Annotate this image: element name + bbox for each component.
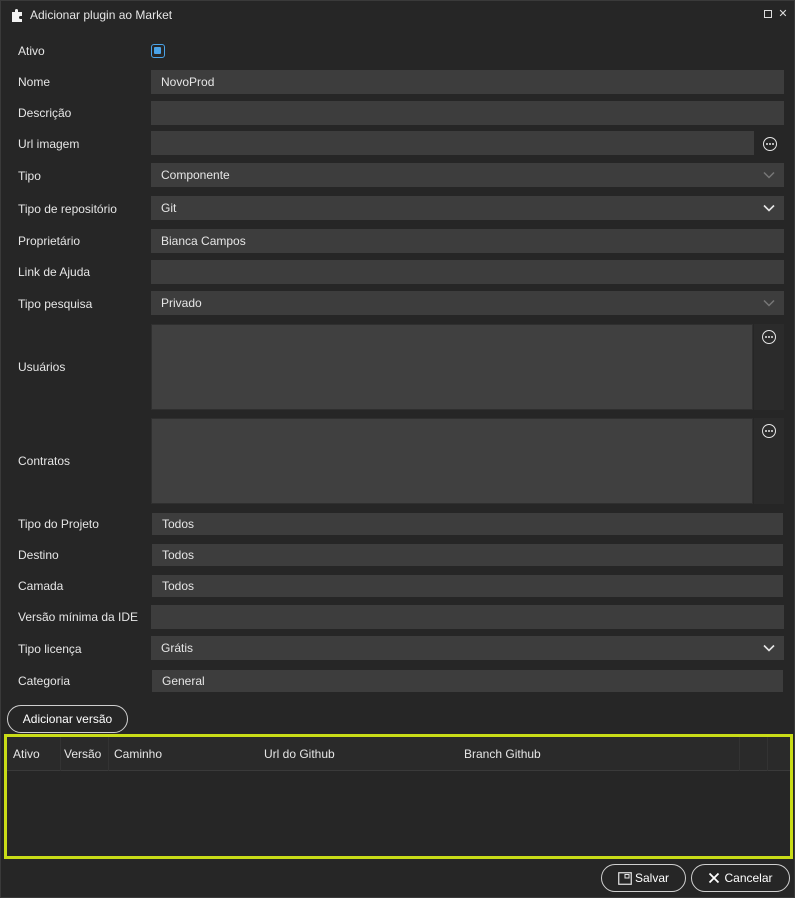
- add-version-button[interactable]: Adicionar versão: [7, 705, 128, 733]
- col-ativo[interactable]: Ativo: [9, 737, 61, 771]
- tipo-select[interactable]: Componente: [151, 163, 784, 187]
- close-icon: [709, 872, 720, 884]
- ativo-label: Ativo: [18, 44, 45, 58]
- col-url-github[interactable]: Url do Github: [260, 737, 460, 771]
- cancel-label: Cancelar: [724, 871, 773, 885]
- title-bar: Adicionar plugin ao Market ✕: [1, 1, 795, 29]
- proprietario-input[interactable]: Bianca Campos: [151, 229, 784, 253]
- versao-minima-input[interactable]: [151, 605, 784, 629]
- grid-header: Ativo Versão Caminho Url do Github Branc…: [7, 737, 790, 771]
- usuarios-label: Usuários: [18, 360, 66, 374]
- link-ajuda-input[interactable]: [151, 260, 784, 284]
- dialog-window: Adicionar plugin ao Market ✕ Ativo Nome …: [0, 0, 795, 898]
- tipo-licenca-value: Grátis: [161, 641, 194, 655]
- url-imagem-more-icon[interactable]: [763, 137, 777, 151]
- descricao-input[interactable]: [151, 101, 784, 125]
- chevron-down-icon: [762, 636, 776, 660]
- url-imagem-label: Url imagem: [18, 137, 80, 151]
- camada-input[interactable]: Todos: [152, 575, 783, 597]
- window-title: Adicionar plugin ao Market: [30, 8, 173, 22]
- chevron-down-icon: [762, 163, 776, 187]
- tipo-pesquisa-label: Tipo pesquisa: [18, 297, 93, 311]
- usuarios-more-icon[interactable]: [762, 330, 776, 344]
- categoria-input[interactable]: General: [152, 670, 783, 692]
- save-button[interactable]: Salvar: [601, 864, 686, 892]
- link-ajuda-label: Link de Ajuda: [18, 265, 91, 279]
- tipo-repositorio-value: Git: [161, 201, 177, 215]
- versao-minima-label: Versão mínima da IDE: [18, 610, 139, 624]
- tipo-label: Tipo: [18, 169, 41, 183]
- col-branch-github[interactable]: Branch Github: [460, 737, 740, 771]
- tipo-licenca-label: Tipo licença: [18, 642, 82, 656]
- save-icon: [618, 871, 632, 885]
- close-icon[interactable]: ✕: [778, 9, 788, 20]
- nome-input[interactable]: NovoProd: [151, 70, 784, 94]
- ativo-checkbox[interactable]: [151, 44, 165, 58]
- plugin-icon: [12, 9, 22, 22]
- chevron-down-icon: [762, 196, 776, 220]
- maximize-icon[interactable]: [763, 9, 773, 19]
- contratos-list[interactable]: [151, 418, 753, 504]
- tipo-repositorio-label: Tipo de repositório: [18, 202, 117, 216]
- camada-label: Camada: [18, 579, 64, 593]
- tipo-projeto-input[interactable]: Todos: [152, 513, 783, 535]
- tipo-projeto-label: Tipo do Projeto: [18, 517, 99, 531]
- cancel-button[interactable]: Cancelar: [691, 864, 790, 892]
- chevron-down-icon: [762, 291, 776, 315]
- col-separator: [767, 737, 768, 771]
- versions-grid: Ativo Versão Caminho Url do Github Branc…: [4, 734, 793, 859]
- tipo-licenca-select[interactable]: Grátis: [151, 636, 784, 660]
- categoria-label: Categoria: [18, 674, 71, 688]
- destino-input[interactable]: Todos: [152, 544, 783, 566]
- col-versao[interactable]: Versão: [60, 737, 109, 771]
- col-caminho[interactable]: Caminho: [110, 737, 260, 771]
- tipo-pesquisa-select[interactable]: Privado: [151, 291, 784, 315]
- save-label: Salvar: [634, 871, 669, 885]
- nome-label: Nome: [18, 75, 51, 89]
- proprietario-label: Proprietário: [18, 234, 81, 248]
- tipo-value: Componente: [161, 168, 230, 182]
- tipo-pesquisa-value: Privado: [161, 296, 202, 310]
- tipo-repositorio-select[interactable]: Git: [151, 196, 784, 220]
- contratos-more-icon[interactable]: [762, 424, 776, 438]
- destino-label: Destino: [18, 548, 59, 562]
- descricao-label: Descrição: [18, 106, 72, 120]
- usuarios-list[interactable]: [151, 324, 753, 410]
- contratos-label: Contratos: [18, 454, 71, 468]
- url-imagem-input[interactable]: [151, 131, 754, 155]
